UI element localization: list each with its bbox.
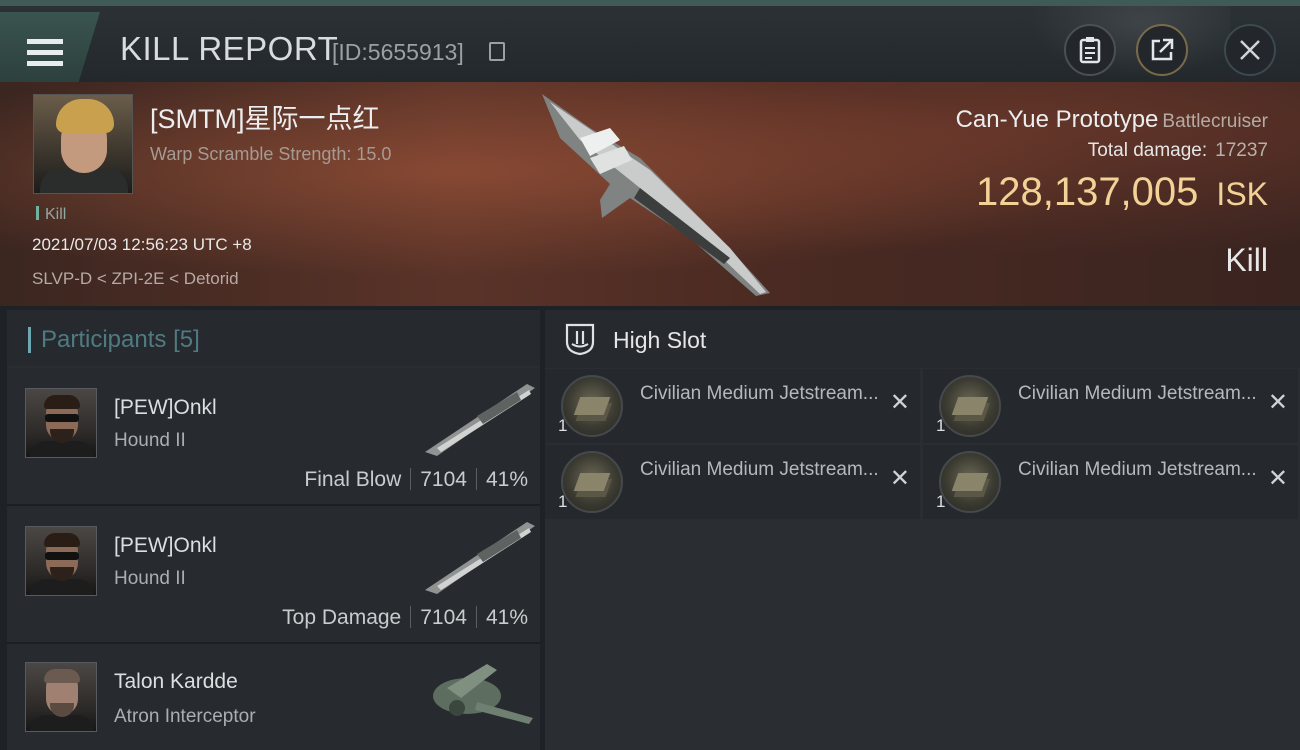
kill-location: SLVP-D < ZPI-2E < Detorid bbox=[32, 269, 239, 288]
victim-ship-class: Battlecruiser bbox=[1162, 111, 1268, 132]
participant-percent: 41% bbox=[485, 606, 528, 629]
participant-avatar[interactable] bbox=[25, 388, 97, 458]
participant-stats: Final Blow 7104 41% bbox=[304, 468, 528, 492]
module-item[interactable]: 1 Civilian Medium Jetstream... ✕ bbox=[545, 369, 920, 443]
victim-banner: [SMTM]星际一点红 Warp Scramble Strength: 15.0… bbox=[0, 82, 1300, 306]
participants-count: [5] bbox=[173, 326, 200, 353]
module-quantity: 1 bbox=[558, 416, 568, 435]
module-destroyed-icon: ✕ bbox=[1267, 389, 1288, 416]
clipboard-button[interactable] bbox=[1064, 24, 1116, 76]
module-icon bbox=[939, 375, 1001, 437]
module-icon bbox=[939, 451, 1001, 513]
participant-ship-image[interactable] bbox=[417, 652, 539, 732]
victim-ship-name[interactable]: Can-Yue Prototype Battlecruiser bbox=[956, 106, 1268, 134]
module-name: Civilian Medium Jetstream... bbox=[1018, 383, 1257, 404]
participant-row[interactable]: [PEW]Onkl Hound II Top Damage 7104 41% bbox=[7, 506, 540, 644]
page-title: KILL REPORT bbox=[120, 30, 339, 67]
module-item[interactable]: 1 Civilian Medium Jetstream... ✕ bbox=[923, 369, 1298, 443]
participant-name: Talon Kardde bbox=[114, 670, 238, 693]
module-destroyed-icon: ✕ bbox=[889, 465, 910, 492]
module-name: Civilian Medium Jetstream... bbox=[640, 459, 879, 480]
participant-role: Top Damage bbox=[282, 606, 402, 629]
participants-panel: Participants [5] [PEW]Onkl Hound II Fina… bbox=[7, 310, 540, 750]
menu-button[interactable] bbox=[0, 12, 100, 84]
clipboard-icon bbox=[1079, 37, 1101, 64]
close-icon bbox=[1240, 40, 1260, 60]
participant-ship: Hound II bbox=[114, 430, 186, 451]
participant-row[interactable]: [PEW]Onkl Hound II Final Blow 7104 41% bbox=[7, 368, 540, 506]
victim-ship-image[interactable] bbox=[520, 88, 790, 298]
copy-id-icon[interactable] bbox=[489, 42, 505, 61]
kill-timestamp: 2021/07/03 12:56:23 UTC +8 bbox=[32, 235, 252, 254]
participants-title: Participants [5] bbox=[41, 326, 200, 353]
module-destroyed-icon: ✕ bbox=[1267, 465, 1288, 492]
module-icon bbox=[561, 375, 623, 437]
victim-subtitle: Warp Scramble Strength: 15.0 bbox=[150, 144, 392, 164]
background-planet bbox=[1010, 6, 1230, 88]
module-quantity: 1 bbox=[558, 492, 568, 511]
module-destroyed-icon: ✕ bbox=[889, 389, 910, 416]
kill-result: Kill bbox=[1225, 242, 1268, 278]
victim-name[interactable]: [SMTM]星际一点红 bbox=[150, 97, 380, 136]
kill-tag: Kill bbox=[36, 206, 66, 224]
participant-name: [PEW]Onkl bbox=[114, 534, 217, 557]
module-icon bbox=[561, 451, 623, 513]
close-button[interactable] bbox=[1224, 24, 1276, 76]
module-quantity: 1 bbox=[936, 416, 946, 435]
participant-damage: 7104 bbox=[420, 468, 467, 491]
participants-header: Participants [5] bbox=[7, 310, 540, 366]
module-item[interactable]: 1 Civilian Medium Jetstream... ✕ bbox=[923, 445, 1298, 519]
total-damage: Total damage: 17237 bbox=[1087, 140, 1268, 161]
share-icon bbox=[1151, 38, 1174, 61]
high-slot-header: High Slot bbox=[545, 310, 1300, 368]
module-item[interactable]: 1 Civilian Medium Jetstream... ✕ bbox=[545, 445, 920, 519]
high-slot-panel: High Slot 1 Civilian Medium Jetstream...… bbox=[545, 310, 1300, 750]
victim-avatar[interactable] bbox=[33, 94, 133, 194]
participant-avatar[interactable] bbox=[25, 662, 97, 732]
participant-percent: 41% bbox=[485, 468, 528, 491]
participant-ship-image[interactable] bbox=[417, 516, 539, 596]
participant-ship: Atron Interceptor bbox=[114, 706, 256, 727]
participants-accent-bar bbox=[28, 327, 31, 353]
module-name: Civilian Medium Jetstream... bbox=[640, 383, 879, 404]
participant-role: Final Blow bbox=[304, 468, 402, 491]
participant-row[interactable]: Talon Kardde Atron Interceptor bbox=[7, 644, 540, 750]
report-id: [ID:5655913] bbox=[332, 39, 464, 65]
participant-name: [PEW]Onkl bbox=[114, 396, 217, 419]
total-damage-value: 17237 bbox=[1215, 140, 1268, 161]
isk-value: 128,137,005 ISK bbox=[975, 170, 1268, 214]
participant-ship-image[interactable] bbox=[417, 378, 539, 458]
module-name: Civilian Medium Jetstream... bbox=[1018, 459, 1257, 480]
high-slot-icon bbox=[565, 323, 595, 356]
hamburger-menu-icon bbox=[27, 39, 63, 67]
high-slot-title: High Slot bbox=[613, 327, 707, 353]
participant-stats: Top Damage 7104 41% bbox=[282, 606, 528, 630]
module-quantity: 1 bbox=[936, 492, 946, 511]
share-button[interactable] bbox=[1136, 24, 1188, 76]
participant-ship: Hound II bbox=[114, 568, 186, 589]
isk-unit: ISK bbox=[1216, 176, 1268, 212]
participant-damage: 7104 bbox=[420, 606, 467, 629]
participant-avatar[interactable] bbox=[25, 526, 97, 596]
title-bar: KILL REPORT [ID:5655913] bbox=[0, 0, 1300, 88]
